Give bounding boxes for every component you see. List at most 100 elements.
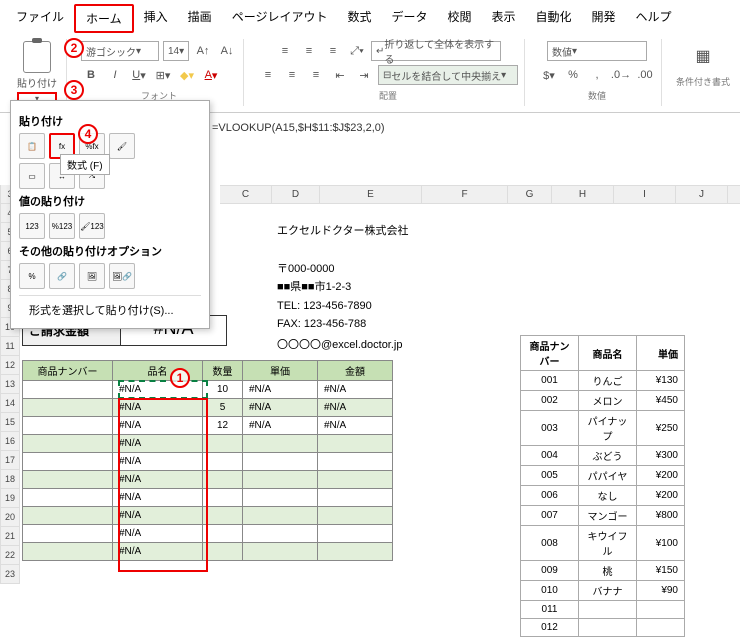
table-row[interactable]: ぶどう: [579, 446, 637, 466]
col-header-I[interactable]: I: [614, 185, 676, 204]
table-row[interactable]: [23, 435, 113, 453]
table-row[interactable]: #N/A: [243, 381, 318, 399]
table-row[interactable]: #N/A: [318, 399, 393, 417]
tab-数式[interactable]: 数式: [337, 4, 381, 33]
table-row[interactable]: 002: [521, 391, 579, 411]
table-row[interactable]: [203, 435, 243, 453]
table-row[interactable]: [579, 601, 637, 619]
col-header-F[interactable]: F: [422, 185, 508, 204]
number-format-select[interactable]: 数値 ▾: [547, 41, 647, 61]
table-row[interactable]: 004: [521, 446, 579, 466]
table-row[interactable]: ¥100: [637, 526, 685, 561]
table-row[interactable]: [318, 489, 393, 507]
table-row[interactable]: #N/A: [318, 381, 393, 399]
col-header-G[interactable]: G: [508, 185, 552, 204]
table-row[interactable]: #N/A: [113, 399, 203, 417]
percent-icon[interactable]: %: [563, 65, 583, 85]
paste-option-no-border[interactable]: ▭: [19, 163, 45, 189]
increase-font-icon[interactable]: A↑: [193, 41, 213, 61]
paste-special-item[interactable]: 形式を選択して貼り付け(S)...: [19, 295, 201, 320]
main-th-4[interactable]: 金額: [318, 361, 393, 381]
table-row[interactable]: 10: [203, 381, 243, 399]
table-row[interactable]: メロン: [579, 391, 637, 411]
table-row[interactable]: なし: [579, 486, 637, 506]
col-header-H[interactable]: H: [552, 185, 614, 204]
col-header-K[interactable]: K: [728, 185, 740, 204]
table-row[interactable]: 12: [203, 417, 243, 435]
font-size-select[interactable]: 14▾: [163, 41, 189, 61]
table-row[interactable]: ¥800: [637, 506, 685, 526]
table-row[interactable]: 003: [521, 411, 579, 446]
table-row[interactable]: パイナップ: [579, 411, 637, 446]
table-row[interactable]: [243, 507, 318, 525]
col-header-D[interactable]: D: [272, 185, 320, 204]
price-th-0[interactable]: 商品ナンバー: [521, 336, 579, 371]
table-row[interactable]: [203, 453, 243, 471]
currency-icon[interactable]: $▾: [539, 65, 559, 85]
tab-ホーム[interactable]: ホーム: [74, 4, 134, 33]
table-row[interactable]: ¥90: [637, 581, 685, 601]
paste-option-values[interactable]: 123: [19, 213, 45, 239]
table-row[interactable]: 006: [521, 486, 579, 506]
table-row[interactable]: マンゴー: [579, 506, 637, 526]
table-row[interactable]: [23, 507, 113, 525]
table-row[interactable]: [318, 435, 393, 453]
underline-icon[interactable]: U▾: [129, 65, 149, 85]
bold-icon[interactable]: B: [81, 65, 101, 85]
table-row[interactable]: 009: [521, 561, 579, 581]
align-bottom-icon[interactable]: ≡: [323, 41, 343, 61]
tab-ヘルプ[interactable]: ヘルプ: [626, 4, 682, 33]
table-row[interactable]: [243, 435, 318, 453]
table-row[interactable]: #N/A: [113, 471, 203, 489]
table-row[interactable]: #N/A: [113, 525, 203, 543]
tab-挿入[interactable]: 挿入: [134, 4, 178, 33]
table-row[interactable]: 008: [521, 526, 579, 561]
tab-開発[interactable]: 開発: [582, 4, 626, 33]
tab-ページレイアウト[interactable]: ページレイアウト: [222, 4, 338, 33]
row-header-21[interactable]: 21: [0, 527, 20, 546]
table-row[interactable]: [318, 453, 393, 471]
formula-bar[interactable]: =VLOOKUP(A15,$H$11:$J$23,2,0): [212, 122, 385, 134]
table-row[interactable]: [23, 453, 113, 471]
align-center-icon[interactable]: ≡: [282, 65, 302, 85]
main-table[interactable]: 商品ナンバー品名数量單価金額#N/A10#N/A#N/A#N/A5#N/A#N/…: [22, 360, 393, 561]
table-row[interactable]: [318, 471, 393, 489]
table-row[interactable]: キウイフル: [579, 526, 637, 561]
table-row[interactable]: [318, 525, 393, 543]
price-table[interactable]: 商品ナンバー商品名単価001りんご¥130002メロン¥450003パイナップ¥…: [520, 335, 685, 637]
increase-indent-icon[interactable]: ⇥: [354, 65, 374, 85]
tab-校閲[interactable]: 校閲: [437, 4, 481, 33]
table-row[interactable]: #N/A: [113, 489, 203, 507]
row-header-16[interactable]: 16: [0, 432, 20, 451]
font-name-select[interactable]: 游ゴシック ▾: [81, 41, 159, 61]
col-header-C[interactable]: C: [220, 185, 272, 204]
table-row[interactable]: ¥450: [637, 391, 685, 411]
table-row[interactable]: [23, 489, 113, 507]
table-row[interactable]: パパイヤ: [579, 466, 637, 486]
main-th-2[interactable]: 数量: [203, 361, 243, 381]
paste-option-values-number[interactable]: %123: [49, 213, 75, 239]
table-row[interactable]: [203, 507, 243, 525]
tab-自動化[interactable]: 自動化: [526, 4, 582, 33]
align-top-icon[interactable]: ≡: [275, 41, 295, 61]
table-row[interactable]: ¥150: [637, 561, 685, 581]
main-th-0[interactable]: 商品ナンバー: [23, 361, 113, 381]
table-row[interactable]: [203, 489, 243, 507]
table-row[interactable]: りんご: [579, 371, 637, 391]
table-row[interactable]: #N/A: [113, 507, 203, 525]
paste-option-keep-source[interactable]: 🖌: [109, 133, 135, 159]
paste-option-link[interactable]: 🔗: [49, 263, 75, 289]
table-row[interactable]: 桃: [579, 561, 637, 581]
table-row[interactable]: [203, 543, 243, 561]
table-row[interactable]: [23, 399, 113, 417]
paste-option-all[interactable]: 📋: [19, 133, 45, 159]
price-th-2[interactable]: 単価: [637, 336, 685, 371]
table-row[interactable]: #N/A: [113, 417, 203, 435]
table-row[interactable]: [579, 619, 637, 637]
table-row[interactable]: ¥130: [637, 371, 685, 391]
table-row[interactable]: [23, 471, 113, 489]
table-row[interactable]: [637, 601, 685, 619]
tab-ファイル[interactable]: ファイル: [6, 4, 74, 33]
table-row[interactable]: [243, 489, 318, 507]
table-row[interactable]: [243, 453, 318, 471]
